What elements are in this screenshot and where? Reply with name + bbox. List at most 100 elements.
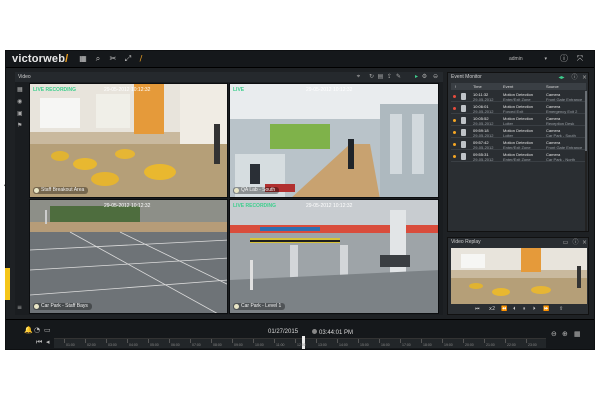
zoom-in-icon[interactable]: ⊕ [562, 330, 568, 338]
tools-icon[interactable]: ✂ [108, 54, 118, 64]
document-icon [461, 153, 466, 160]
event-row[interactable]: 09:55:31 29-05-2012 Motion Detection Enter/… [451, 151, 586, 162]
timeline-tick-label: 06:00 [171, 343, 180, 347]
event-subtype: Loiter [503, 133, 514, 138]
camera-list-icon[interactable]: ◉ [17, 99, 23, 105]
timeline-tick [379, 339, 380, 343]
grid-icon[interactable]: ▦ [78, 54, 88, 64]
timeline-tick-label: 13:00 [318, 343, 327, 347]
zoom-out-icon[interactable]: ⊖ [551, 330, 557, 338]
timeline-tick [421, 339, 422, 343]
timeline-tick [484, 339, 485, 343]
timeline-tick [169, 339, 170, 343]
event-row[interactable]: 10:11:32 29-05-2012 Motion Detection Enter/… [451, 91, 586, 102]
timeline-tick [442, 339, 443, 343]
replay-close-icon[interactable]: × [581, 239, 588, 246]
source-column-header[interactable]: Source [546, 83, 559, 90]
timeline-tick-label: 20:00 [465, 343, 474, 347]
camera-tile-1[interactable]: LIVE RECORDING 29-05-2012 10:12:32 Staff… [29, 83, 228, 198]
prev-frame-icon[interactable]: ⏴ [513, 306, 516, 313]
layout-grid-icon[interactable]: ▦ [17, 87, 23, 93]
document-icon [461, 129, 466, 136]
event-column-header[interactable]: Event [503, 83, 513, 90]
user-dropdown[interactable]: admin ▾ [469, 54, 549, 64]
timeline-time[interactable]: 03:44:01 PM [312, 329, 353, 336]
timeline-tick-label: 09:00 [234, 343, 243, 347]
edit-icon[interactable]: / [136, 54, 146, 64]
next-frame-icon[interactable]: ⏵ [533, 306, 536, 313]
timeline-tick-label: 12:00 [297, 343, 306, 347]
camera-feed-car-park-level1 [230, 200, 438, 313]
event-info-icon[interactable]: ⓘ [571, 74, 578, 81]
timeline-tick [211, 339, 212, 343]
replay-layout-icon[interactable]: ▭ [562, 239, 569, 246]
event-monitor-title: Event Monitor [451, 74, 482, 80]
event-play-icon[interactable]: ◂▸ [558, 74, 565, 81]
timeline-date[interactable]: 01/27/2015 [268, 329, 298, 335]
severity-dot [453, 155, 456, 158]
settings-icon[interactable]: ⚙ [421, 73, 428, 80]
timeline-track[interactable]: 01:00 02:00 03:00 04:00 05:00 06:00 07:00 08:00… [54, 336, 546, 349]
timeline-tick [253, 339, 254, 343]
camera-timestamp: 29-05-2012 10:12:32 [306, 87, 353, 93]
replay-video[interactable] [451, 248, 587, 304]
replay-speed[interactable]: x2 [489, 306, 495, 313]
refresh-icon[interactable]: ↻ [368, 73, 375, 80]
pause-icon[interactable]: ⏸ [523, 306, 526, 313]
play-icon[interactable]: ▸ [413, 73, 420, 80]
menu-icon[interactable]: ≡ [17, 305, 23, 311]
event-row[interactable]: 09:59:18 29-05-2012 Motion Detection Loiter… [451, 127, 586, 138]
skip-start-icon[interactable]: ⏮ [36, 338, 42, 347]
timeline-tick-label: 17:00 [402, 343, 411, 347]
camera-label: Car Park - Level 1 [233, 303, 286, 310]
document-icon [461, 117, 466, 124]
timeline-tick-label: 07:00 [192, 343, 201, 347]
camera-feed-staff-breakout [30, 84, 227, 197]
video-replay-panel: Video Replay ▭ ⓘ × ⏮ x2 ⏪ ⏴ ⏸ ⏵ ⏩ ⇪ [447, 237, 589, 315]
layout-icon[interactable]: ▤ [377, 73, 384, 80]
time-column-header[interactable]: Time [473, 83, 482, 90]
camera-tile-4[interactable]: LIVE RECORDING 29-05-2012 10:12:32 Car P… [229, 199, 439, 314]
bell-icon[interactable]: 🔔 [24, 326, 33, 334]
search-icon[interactable]: ⌕ [93, 54, 103, 64]
timeline-tick [526, 339, 527, 343]
event-source-name: Reception Desk [546, 121, 575, 126]
step-left-icon[interactable]: ◂ [46, 338, 50, 346]
close-icon[interactable]: ⊖ [432, 73, 439, 80]
timeline-tick [463, 339, 464, 343]
timeline-tick-label: 02:00 [87, 343, 96, 347]
wifi-icon[interactable]: ◔ [34, 326, 40, 334]
event-row[interactable]: 09:57:42 29-05-2012 Motion Detection Enter/… [451, 139, 586, 150]
event-scrollbar[interactable] [585, 91, 587, 231]
severity-dot [453, 143, 456, 146]
fast-forward-icon[interactable]: ⏩ [543, 306, 549, 313]
step-back-icon[interactable]: ⏮ [475, 306, 480, 313]
replay-controls: ⏮ x2 ⏪ ⏴ ⏸ ⏵ ⏩ ⇪ [451, 305, 587, 314]
expand-icon[interactable]: ⤢ [123, 54, 133, 64]
timeline-tick [337, 339, 338, 343]
camera-tile-3[interactable]: 29-05-2012 10:12:32 Car Park - Staff Bay… [29, 199, 228, 314]
event-row[interactable]: 10:06:01 29-05-2012 Motion Detection Forced… [451, 103, 586, 114]
timeline-tick [148, 339, 149, 343]
snapshot-icon[interactable]: ⌖ [355, 73, 362, 80]
timeline-tick [400, 339, 401, 343]
event-row[interactable]: 10:05:52 29-05-2012 Motion Detection Loiter… [451, 115, 586, 126]
export-icon[interactable]: ⇪ [386, 73, 393, 80]
event-subtype: Enter/Exit Zone [503, 157, 531, 162]
export-clip-icon[interactable]: ⇪ [559, 306, 563, 313]
alarm-icon[interactable]: ⚑ [17, 123, 23, 129]
feedback-tab[interactable] [5, 268, 10, 300]
replay-info-icon[interactable]: ⓘ [572, 239, 579, 246]
monitor-icon[interactable]: ▭ [44, 326, 51, 334]
camera-tile-2[interactable]: LIVE 29-05-2012 10:12:32 QA Lab - South [229, 83, 439, 198]
draw-icon[interactable]: ✎ [395, 73, 402, 80]
calendar-icon[interactable]: ▦ [574, 330, 581, 338]
timeline-tick [274, 339, 275, 343]
info-icon[interactable]: ⓘ [559, 54, 569, 64]
rewind-icon[interactable]: ⏪ [501, 306, 507, 313]
app-window: victorweb/ ▦ ⌕ ✂ ⤢ / admin ▾ ⓘ ⤧ Video ⌖ … [5, 50, 595, 350]
event-close-icon[interactable]: × [581, 74, 588, 81]
map-icon[interactable]: ▣ [17, 111, 23, 117]
fullscreen-icon[interactable]: ⤧ [575, 54, 585, 64]
document-icon [461, 105, 466, 112]
